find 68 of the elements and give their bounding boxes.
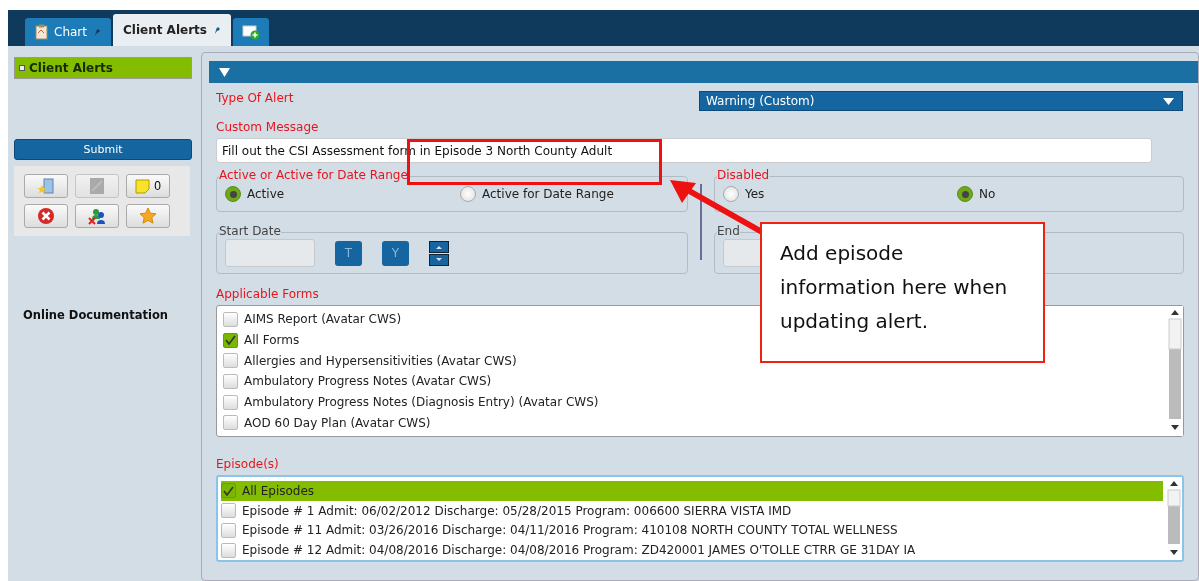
bullet-icon (19, 65, 25, 71)
episode-text: Episode # 1 Admit: 06/02/2012 Discharge: 05/28/2015 Program: 006600 SIERRA VISTA IMD (242, 503, 792, 518)
group-label: Disabled (717, 168, 770, 182)
group-label: End (717, 224, 740, 238)
form-name: Allergies and Hypersensitivities (Avatar CWS) (244, 353, 517, 368)
episode-text: Episode # 12 Admit: 04/08/2016 Discharge: 04/08/2016 Program: ZD420001 JAMES O'TOLLE CTRR GE 31DAY IA (242, 543, 916, 558)
episode-row[interactable]: Episode # 12 Admit: 04/08/2016 Discharge: 04/08/2016 Program: ZD420001 JAMES O'TOLLE CTRR GE 31DAY IA (221, 540, 1163, 560)
checkbox[interactable] (221, 483, 236, 499)
radio-label: Active for Date Range (482, 187, 614, 201)
people-icon (87, 207, 107, 225)
checkbox[interactable] (223, 332, 238, 348)
tab[interactable]: Client Alerts (113, 14, 231, 46)
collapse-icon (219, 67, 230, 77)
radio-button[interactable] (225, 186, 241, 202)
field-label: Type Of Alert (216, 91, 294, 105)
date-field[interactable] (225, 239, 315, 267)
episode-text: Episode # 11 Admit: 03/26/2016 Discharge: 04/11/2016 Program: 410108 NORTH COUNTY TOTAL WELLNESS (242, 523, 898, 538)
checkbox[interactable] (223, 394, 238, 410)
radio-label: Active (247, 187, 285, 201)
documentation-link[interactable]: Online Documentation (12, 308, 194, 322)
tool-button[interactable]: 0 (126, 174, 170, 198)
field-label: Applicable Forms (216, 287, 319, 301)
checkbox[interactable] (221, 542, 236, 558)
checkbox[interactable] (223, 415, 238, 431)
submit-button[interactable]: Submit (14, 139, 192, 160)
episode-text: All Episodes (242, 483, 315, 498)
field-label: Episode(s) (216, 457, 279, 471)
checkbox[interactable] (221, 522, 236, 538)
date-field[interactable] (723, 239, 763, 267)
checkbox[interactable] (223, 353, 238, 369)
pin-icon (212, 25, 221, 35)
form-name: AOD 60 Day Plan (Avatar CWS) (244, 415, 431, 430)
callout-note: Add episode information here when updating alert. (760, 222, 1045, 363)
radio-button[interactable] (460, 186, 476, 202)
spinner-icon[interactable] (429, 240, 449, 266)
group-label: Active or Active for Date Range (219, 168, 408, 182)
sticky-note-icon (135, 178, 151, 194)
clipboard-icon (35, 24, 48, 40)
form-name: All Forms (244, 333, 300, 347)
field-label: Custom Message (216, 120, 319, 134)
note-count: 0 (154, 179, 161, 193)
episode-row[interactable]: All Episodes (221, 481, 1163, 501)
checkbox[interactable] (221, 503, 236, 519)
form-name: AIMS Report (Avatar CWS) (244, 312, 402, 327)
pin-icon (93, 27, 101, 37)
radio-label: No (979, 187, 996, 201)
radio-button[interactable] (957, 186, 973, 202)
tool-button[interactable] (75, 204, 119, 228)
delete-icon (37, 207, 55, 225)
radio-label: Yes (745, 187, 765, 201)
star-icon (139, 207, 157, 225)
alert-type-dropdown[interactable]: Warning (Custom) (699, 91, 1183, 111)
sidebar-item[interactable]: Client Alerts (14, 57, 192, 79)
group-label: Start Date (219, 224, 281, 238)
checkbox[interactable] (223, 311, 238, 327)
checkbox[interactable] (223, 373, 238, 389)
document-star-icon (37, 177, 55, 195)
radio-button[interactable] (723, 186, 739, 202)
tool-button[interactable] (24, 204, 68, 228)
dropdown-caret-icon (1163, 97, 1174, 105)
episode-row[interactable]: Episode # 1 Admit: 06/02/2012 Discharge: 05/28/2015 Program: 006600 SIERRA VISTA IMD (221, 500, 1163, 521)
form-name: Ambulatory Progress Notes (Avatar CWS) (244, 374, 492, 389)
new-tab-button[interactable] (232, 18, 269, 46)
page-icon (89, 177, 105, 195)
tab[interactable]: Chart (25, 18, 111, 46)
episode-row[interactable]: Episode # 11 Admit: 03/26/2016 Discharge: 04/11/2016 Program: 410108 NORTH COUNTY TOTAL WELLNESS (221, 520, 1163, 541)
add-window-icon (241, 24, 260, 40)
form-name: Ambulatory Progress Notes (Diagnosis Entry) (Avatar CWS) (244, 395, 599, 409)
